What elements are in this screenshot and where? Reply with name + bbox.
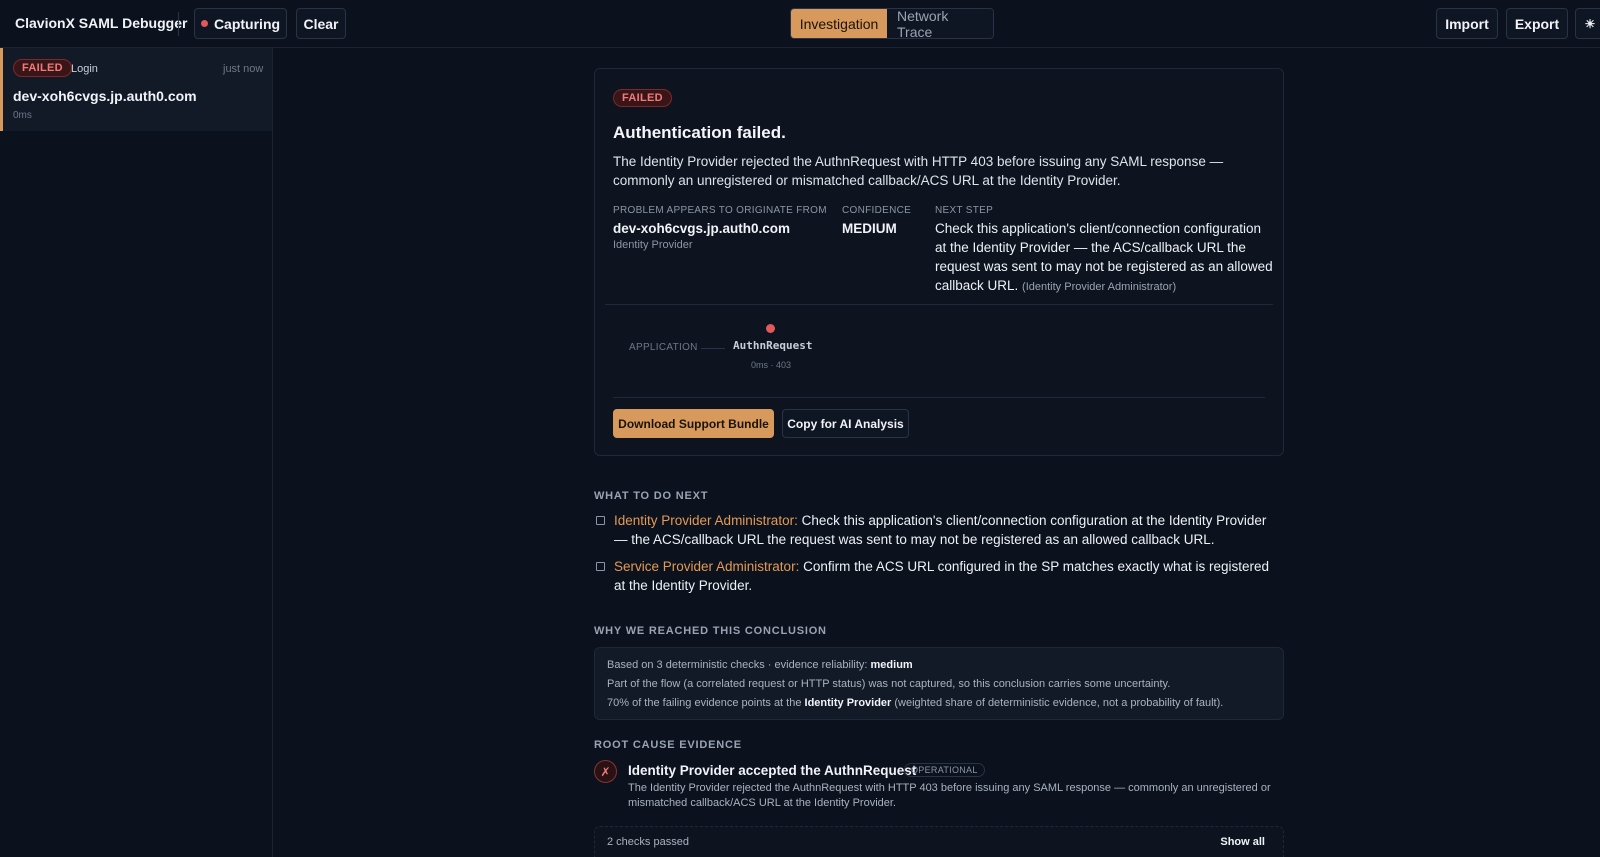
- todo-text: Service Provider Administrator: Confirm …: [614, 557, 1274, 595]
- passed-checks-count: 2 checks passed: [607, 836, 689, 848]
- divider: [613, 397, 1265, 398]
- flow-step-name[interactable]: AuthnRequest: [733, 339, 812, 352]
- why-line: 70% of the failing evidence points at th…: [607, 697, 1223, 709]
- todo-role: Identity Provider Administrator:: [614, 513, 798, 528]
- summary-title: Authentication failed.: [613, 123, 786, 142]
- download-support-bundle-button[interactable]: Download Support Bundle: [613, 409, 774, 438]
- app-title: ClavionX SAML Debugger: [15, 15, 188, 31]
- flow-source: APPLICATION: [629, 342, 698, 353]
- why-emphasis: Identity Provider: [804, 697, 892, 709]
- clear-button[interactable]: Clear: [296, 8, 346, 39]
- flow-error-dot-icon: [766, 324, 775, 333]
- export-button[interactable]: Export: [1506, 8, 1568, 39]
- view-tabs: Investigation Network Trace: [790, 8, 994, 39]
- fail-x-icon: ✗: [594, 760, 617, 783]
- why-heading: WHY WE REACHED THIS CONCLUSION: [594, 625, 827, 637]
- confidence-value: MEDIUM: [842, 221, 897, 236]
- next-step-text: Check this application's client/connecti…: [935, 219, 1275, 297]
- why-text: (weighted share of deterministic evidenc…: [891, 697, 1224, 709]
- recording-dot-icon: [200, 20, 208, 27]
- todo-checkbox[interactable]: [596, 516, 605, 525]
- origin-sub: Identity Provider: [613, 239, 693, 251]
- sun-icon: ☀: [1584, 16, 1596, 31]
- summary-card: FAILED Authentication failed. The Identi…: [594, 68, 1284, 456]
- flow-connector: [701, 348, 725, 349]
- confidence-label: CONFIDENCE: [842, 205, 912, 216]
- evidence-title[interactable]: Identity Provider accepted the AuthnRequ…: [628, 763, 916, 778]
- passed-checks-bar: 2 checks passed Show all: [594, 826, 1284, 857]
- session-duration: 0ms: [13, 110, 32, 121]
- status-badge: FAILED: [13, 59, 72, 77]
- tab-investigation[interactable]: Investigation: [791, 9, 887, 38]
- why-line: Based on 3 deterministic checks · eviden…: [607, 659, 913, 671]
- top-bar: ClavionX SAML Debugger Capturing Clear I…: [0, 0, 1600, 48]
- todo-role: Service Provider Administrator:: [614, 559, 800, 574]
- divider: [605, 304, 1273, 305]
- session-timestamp: just now: [223, 63, 264, 75]
- import-button[interactable]: Import: [1436, 8, 1498, 39]
- show-all-link[interactable]: Show all: [1220, 836, 1265, 848]
- session-host: dev-xoh6cvgs.jp.auth0.com: [13, 88, 197, 104]
- next-step-owner: (Identity Provider Administrator): [1022, 281, 1177, 293]
- toolbar-divider: [178, 12, 179, 36]
- copy-for-ai-button[interactable]: Copy for AI Analysis: [782, 409, 909, 438]
- theme-toggle-button[interactable]: ☀: [1575, 8, 1600, 39]
- why-box: Based on 3 deterministic checks · eviden…: [594, 647, 1284, 720]
- why-line: Part of the flow (a correlated request o…: [607, 678, 1171, 690]
- evidence-heading: ROOT CAUSE EVIDENCE: [594, 739, 742, 751]
- summary-description: The Identity Provider rejected the Authn…: [613, 154, 1224, 188]
- session-sidebar: FAILED Login just now dev-xoh6cvgs.jp.au…: [0, 48, 273, 857]
- why-emphasis: medium: [870, 659, 913, 671]
- why-text: Based on 3 deterministic checks · eviden…: [607, 659, 871, 671]
- flow-step-detail: 0ms · 403: [751, 360, 792, 370]
- status-badge: FAILED: [613, 89, 672, 107]
- session-item[interactable]: FAILED Login just now dev-xoh6cvgs.jp.au…: [0, 48, 272, 131]
- capture-label: Capturing: [213, 15, 281, 32]
- capture-toggle-button[interactable]: Capturing: [194, 8, 287, 39]
- origin-value: dev-xoh6cvgs.jp.auth0.com: [613, 221, 791, 236]
- todo-heading: WHAT TO DO NEXT: [594, 490, 709, 502]
- tab-network-trace[interactable]: Network Trace: [887, 9, 993, 38]
- why-text: 70% of the failing evidence points at th…: [607, 697, 805, 709]
- todo-text: Identity Provider Administrator: Check t…: [614, 511, 1274, 549]
- origin-label: PROBLEM APPEARS TO ORIGINATE FROM: [613, 205, 827, 216]
- evidence-description: The Identity Provider rejected the Authn…: [628, 782, 1271, 809]
- session-type: Login: [71, 63, 98, 75]
- next-step-label: NEXT STEP: [935, 205, 994, 216]
- todo-checkbox[interactable]: [596, 562, 605, 571]
- evidence-tag: OPERATIONAL: [904, 763, 985, 777]
